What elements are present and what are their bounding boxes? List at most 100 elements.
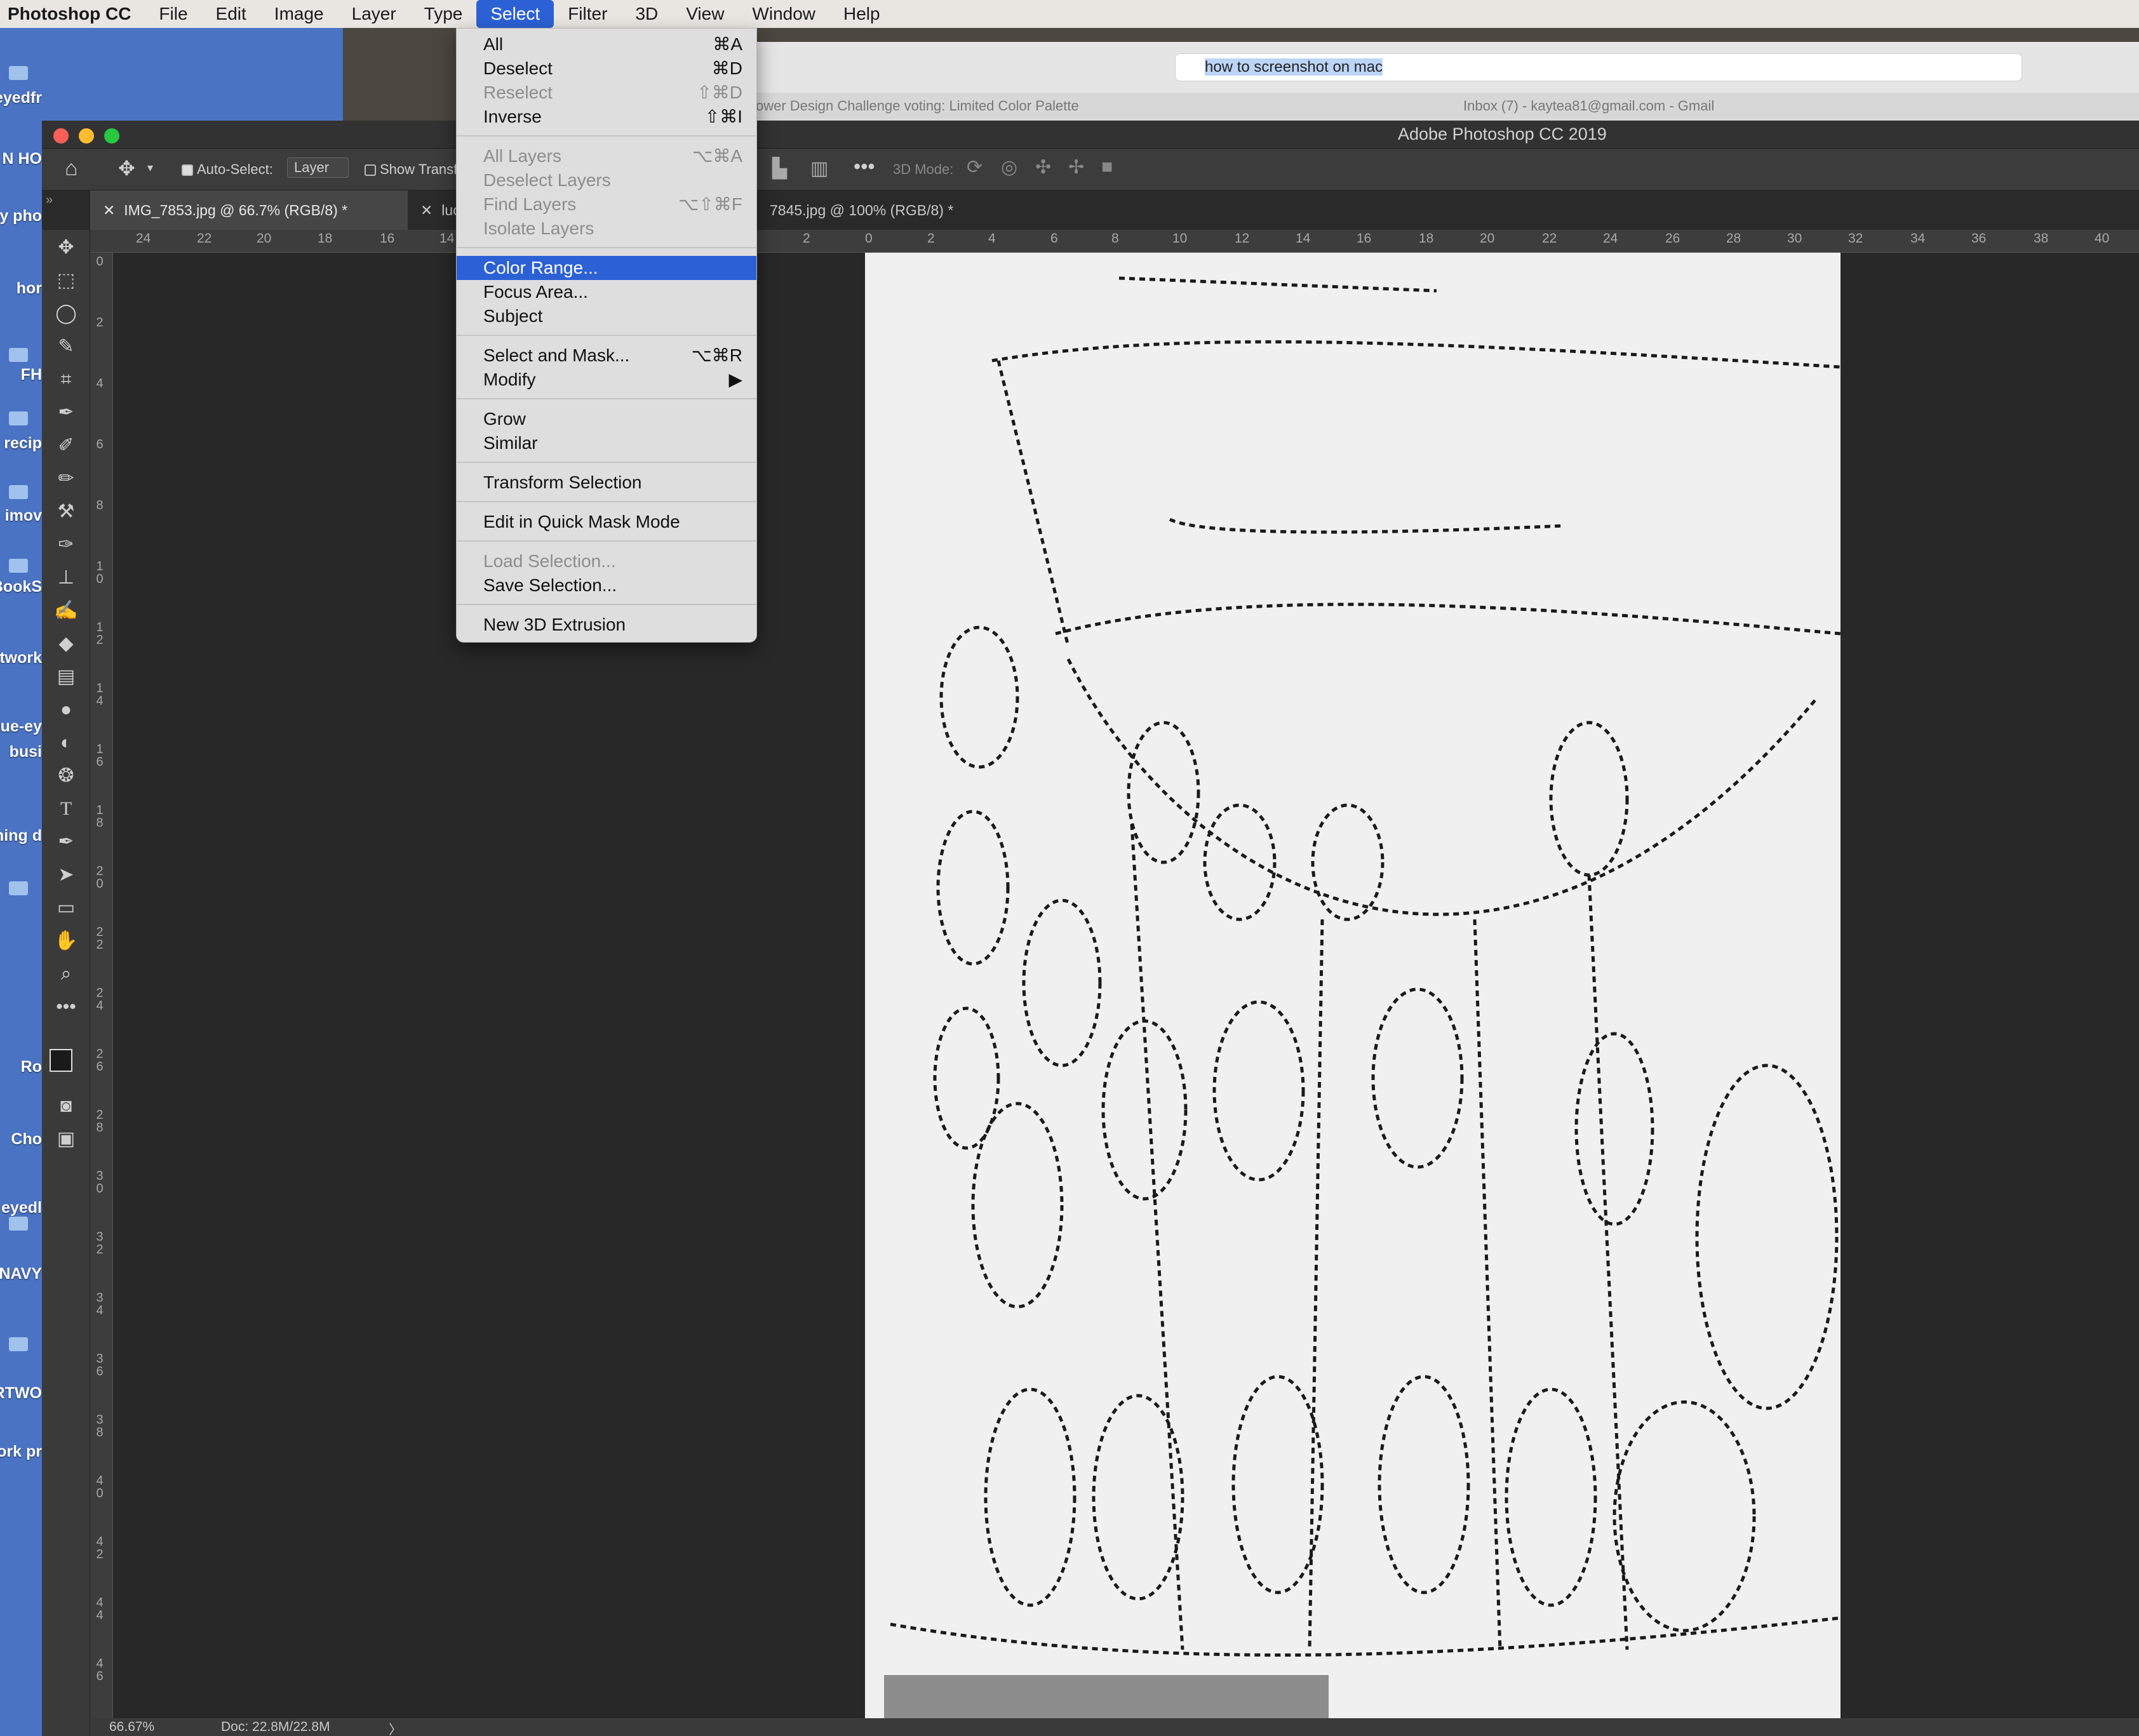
menu-item-modify[interactable]: Modify ▶ xyxy=(457,368,756,392)
folder-icon[interactable] xyxy=(9,485,28,499)
status-menu-arrow[interactable]: 〉 xyxy=(389,1719,402,1736)
menu-window[interactable]: Window xyxy=(738,0,829,28)
home-icon[interactable]: ⌂ xyxy=(65,156,78,181)
crop-tool-icon[interactable]: ⌗ xyxy=(53,367,79,392)
menu-image[interactable]: Image xyxy=(260,0,338,28)
pencil-tool-icon[interactable]: ✏ xyxy=(53,466,79,491)
zoom-window-button[interactable] xyxy=(104,128,119,144)
pen-tool-icon[interactable]: ✒ xyxy=(53,829,79,855)
browser-tab[interactable]: ower Design Challenge voting: Limited Co… xyxy=(756,98,1079,114)
screen-mode-icon[interactable]: ▣ xyxy=(53,1126,79,1152)
folder-icon[interactable] xyxy=(9,66,28,80)
desktop-item-label[interactable]: busi xyxy=(10,743,42,761)
type-tool-icon[interactable]: T xyxy=(53,796,79,822)
auto-select-dropdown[interactable]: Layer xyxy=(287,157,349,178)
3d-camera-icon[interactable]: ■ xyxy=(1101,156,1113,178)
desktop-item-label[interactable]: NAVY xyxy=(0,1265,42,1283)
close-tab-icon[interactable]: ✕ xyxy=(420,202,432,218)
folder-icon[interactable] xyxy=(9,1217,28,1231)
desktop-item-label[interactable]: lue-ey xyxy=(0,718,42,736)
rectangle-tool-icon[interactable]: ▭ xyxy=(53,895,79,921)
3d-roll-icon[interactable]: ◎ xyxy=(1001,156,1017,178)
menu-item-save-selection[interactable]: Save Selection... xyxy=(457,573,756,598)
brush-tool-icon[interactable]: ✑ xyxy=(53,532,79,558)
show-transform-checkbox[interactable] xyxy=(365,164,376,176)
menu-item-deselect[interactable]: Deselect ⌘D xyxy=(457,57,756,81)
document-image[interactable] xyxy=(865,253,1841,1718)
path-select-tool-icon[interactable]: ➤ xyxy=(53,862,79,888)
folder-icon[interactable] xyxy=(9,1337,28,1351)
zoom-level[interactable]: 66.67% xyxy=(109,1719,154,1735)
gradient-tool-icon[interactable]: ▤ xyxy=(53,664,79,690)
menu-filter[interactable]: Filter xyxy=(554,0,621,28)
browser-tab[interactable]: Inbox (7) - kaytea81@gmail.com - Gmail xyxy=(1463,98,1714,114)
move-tool-icon[interactable]: ✥ xyxy=(118,156,135,180)
menu-select[interactable]: Select xyxy=(476,0,554,28)
desktop-item-label[interactable]: hor xyxy=(17,279,42,298)
sponge-tool-icon[interactable]: ❂ xyxy=(53,763,79,789)
eraser-tool-icon[interactable]: ◆ xyxy=(53,631,79,657)
quick-mask-icon[interactable]: ◙ xyxy=(53,1093,79,1119)
desktop-item-label[interactable]: ork pr xyxy=(0,1443,42,1461)
eyedropper-tool-icon[interactable]: ✒ xyxy=(53,400,79,425)
folder-icon[interactable] xyxy=(9,348,28,362)
close-tab-icon[interactable]: ✕ xyxy=(103,202,115,218)
move-tool-icon[interactable]: ✥ xyxy=(53,235,79,260)
minimize-window-button[interactable] xyxy=(79,128,94,144)
menu-item-similar[interactable]: Similar xyxy=(457,431,756,455)
3d-slide-icon[interactable]: ✢ xyxy=(1068,156,1084,178)
align-bottom-icon[interactable]: ▙ xyxy=(772,157,787,180)
more-options-icon[interactable]: ••• xyxy=(854,155,875,178)
zoom-tool-icon[interactable]: ⌕ xyxy=(53,961,79,987)
stamp-tool-icon[interactable]: ⊥ xyxy=(53,565,79,591)
desktop-item-label[interactable]: RTWO xyxy=(0,1384,42,1403)
desktop-item-label[interactable]: Cho xyxy=(11,1130,42,1149)
foreground-color-swatch[interactable] xyxy=(50,1049,72,1072)
desktop-item-label[interactable]: FH xyxy=(21,366,42,384)
tab-img-7853[interactable]: ✕ IMG_7853.jpg @ 66.7% (RGB/8) * xyxy=(90,190,408,230)
folder-icon[interactable] xyxy=(9,881,28,895)
menu-type[interactable]: Type xyxy=(410,0,477,28)
more-tools-icon[interactable]: ••• xyxy=(53,994,79,1020)
menu-help[interactable]: Help xyxy=(829,0,894,28)
desktop-item-label[interactable]: BookS xyxy=(0,578,42,596)
folder-icon[interactable] xyxy=(9,411,28,425)
desktop-item-label[interactable]: recip xyxy=(4,434,42,453)
menu-item-focus-area[interactable]: Focus Area... xyxy=(457,280,756,304)
menu-file[interactable]: File xyxy=(145,0,201,28)
menu-item-edit-in-quick-mask-mode[interactable]: Edit in Quick Mask Mode xyxy=(457,510,756,534)
desktop-item-label[interactable]: twork xyxy=(0,649,42,667)
desktop-item-label[interactable]: imov xyxy=(5,507,42,525)
desktop-item-label[interactable]: ning d xyxy=(0,827,42,845)
menu-view[interactable]: View xyxy=(672,0,738,28)
menu-3d[interactable]: 3D xyxy=(621,0,672,28)
clone-stamp-tool-icon[interactable]: ⚒ xyxy=(53,499,79,524)
desktop-item-label[interactable]: eyedfr xyxy=(0,89,42,107)
dodge-tool-icon[interactable]: ◐ xyxy=(53,730,79,756)
auto-select-option[interactable]: Auto-Select: xyxy=(182,161,273,178)
menu-edit[interactable]: Edit xyxy=(202,0,260,28)
desktop-item-label[interactable]: eyedl xyxy=(1,1199,42,1217)
healing-brush-tool-icon[interactable]: ✐ xyxy=(53,433,79,458)
lasso-tool-icon[interactable]: ◯ xyxy=(53,301,79,326)
menu-item-inverse[interactable]: Inverse ⇧⌘I xyxy=(457,105,756,129)
menu-layer[interactable]: Layer xyxy=(338,0,410,28)
blur-tool-icon[interactable]: ● xyxy=(53,697,79,723)
3d-orbit-icon[interactable]: ⟳ xyxy=(967,156,982,178)
auto-select-checkbox[interactable] xyxy=(182,164,193,176)
menu-item-select-and-mask[interactable]: Select and Mask... ⌥⌘R xyxy=(457,344,756,368)
menu-item-color-range[interactable]: Color Range... xyxy=(457,256,756,280)
desktop-item-label[interactable]: Ro xyxy=(21,1058,42,1076)
distribute-icon[interactable]: ▥ xyxy=(810,157,828,180)
app-menu[interactable]: Photoshop CC xyxy=(0,0,145,28)
close-window-button[interactable] xyxy=(53,128,69,144)
folder-icon[interactable] xyxy=(9,559,28,573)
tab-7845[interactable]: 7845.jpg @ 100% (RGB/8) * xyxy=(757,190,1011,230)
menu-item-all[interactable]: All ⌘A xyxy=(457,32,756,57)
panel-collapse-icon[interactable]: » xyxy=(46,193,53,208)
menu-item-grow[interactable]: Grow xyxy=(457,407,756,431)
menu-item-subject[interactable]: Subject xyxy=(457,304,756,328)
chevron-down-icon[interactable]: ▾ xyxy=(147,161,153,175)
menu-item-transform-selection[interactable]: Transform Selection xyxy=(457,471,756,495)
show-transform-option[interactable]: Show Transf xyxy=(365,161,457,178)
